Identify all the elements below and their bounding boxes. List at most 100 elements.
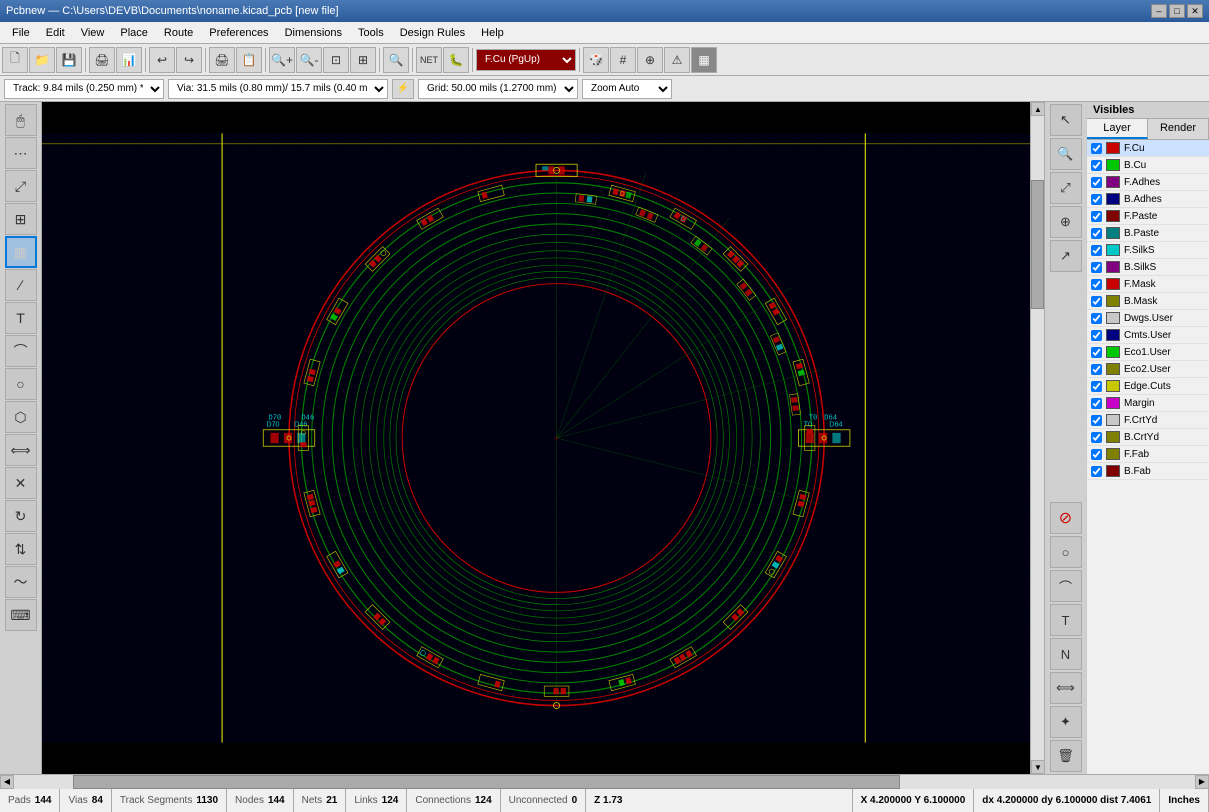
north-icon[interactable]: N: [1050, 638, 1082, 670]
save-button[interactable]: 💾: [56, 47, 82, 73]
add-poly-tool[interactable]: ⬡: [5, 401, 37, 433]
layer-checkbox-f-cu[interactable]: [1091, 143, 1102, 154]
layer-item-b-mask[interactable]: B.Mask: [1087, 293, 1209, 310]
scroll-thumb[interactable]: [1031, 180, 1044, 309]
scroll-up-button[interactable]: ▲: [1031, 102, 1045, 116]
arc-icon[interactable]: ⌒: [1050, 570, 1082, 602]
measure-icon[interactable]: ⟺: [1050, 672, 1082, 704]
find-button[interactable]: 🔍: [383, 47, 409, 73]
layer-checkbox-b-crtyd[interactable]: [1091, 432, 1102, 443]
measure-tool[interactable]: ⟺: [5, 434, 37, 466]
open-button[interactable]: 📁: [29, 47, 55, 73]
new-button[interactable]: 🗋: [2, 47, 28, 73]
track-selector[interactable]: Track: 9.84 mils (0.250 mm) *: [4, 79, 164, 99]
layer-checkbox-b-mask[interactable]: [1091, 296, 1102, 307]
route-tool[interactable]: ⤢: [1050, 172, 1082, 204]
layer-item-b-cu[interactable]: B.Cu: [1087, 157, 1209, 174]
layer-item-b-adhes[interactable]: B.Adhes: [1087, 191, 1209, 208]
drc-button[interactable]: 🐛: [443, 47, 469, 73]
redo-button[interactable]: ↪: [176, 47, 202, 73]
minimize-button[interactable]: –: [1151, 4, 1167, 18]
layer-item-f-crtyd[interactable]: F.CrtYd: [1087, 412, 1209, 429]
layer-item-cmts-user[interactable]: Cmts.User: [1087, 327, 1209, 344]
netlist-button[interactable]: NET: [416, 47, 442, 73]
add-circle-tool[interactable]: ○: [5, 368, 37, 400]
menu-item-route[interactable]: Route: [156, 25, 201, 41]
print2-button[interactable]: 🖨: [209, 47, 235, 73]
layer-checkbox-f-crtyd[interactable]: [1091, 415, 1102, 426]
layer-item-eco1-user[interactable]: Eco1.User: [1087, 344, 1209, 361]
layer-checkbox-eco2-user[interactable]: [1091, 364, 1102, 375]
route-track-tool[interactable]: ⤢: [5, 170, 37, 202]
push-tool[interactable]: ⊕: [1050, 206, 1082, 238]
pointer-tool[interactable]: ↖: [1050, 104, 1082, 136]
layer-item-edge-cuts[interactable]: Edge.Cuts: [1087, 378, 1209, 395]
layer-item-f-cu[interactable]: F.Cu: [1087, 140, 1209, 157]
menu-item-design rules[interactable]: Design Rules: [392, 25, 473, 41]
layer-checkbox-margin[interactable]: [1091, 398, 1102, 409]
plot-button[interactable]: 📊: [116, 47, 142, 73]
active-tool[interactable]: ▦: [5, 236, 37, 268]
layer-checkbox-f-mask[interactable]: [1091, 279, 1102, 290]
layer-checkbox-cmts-user[interactable]: [1091, 330, 1102, 341]
flip-tool[interactable]: ⇅: [5, 533, 37, 565]
layer-item-b-crtyd[interactable]: B.CrtYd: [1087, 429, 1209, 446]
menu-item-file[interactable]: File: [4, 25, 38, 41]
display-button[interactable]: ▦: [691, 47, 717, 73]
grid-selector[interactable]: Grid: 50.00 mils (1.2700 mm): [418, 79, 578, 99]
search-tool[interactable]: 🔍: [1050, 138, 1082, 170]
scroll-left-button[interactable]: ◀: [0, 775, 14, 789]
vertical-scrollbar[interactable]: ▲ ▼: [1030, 102, 1044, 774]
zoom-area-button[interactable]: ⊞: [350, 47, 376, 73]
drc2-button[interactable]: ⚡: [392, 79, 414, 99]
scroll-right-button[interactable]: ▶: [1195, 775, 1209, 789]
pcb-canvas[interactable]: D70 D46 T0 D64 // This will be handled v…: [42, 102, 1030, 774]
hscroll-track[interactable]: [14, 775, 1195, 789]
warn-button[interactable]: ⚠: [664, 47, 690, 73]
add-arc-tool[interactable]: ⌒: [5, 335, 37, 367]
layer-checkbox-eco1-user[interactable]: [1091, 347, 1102, 358]
menu-item-dimensions[interactable]: Dimensions: [277, 25, 350, 41]
select-tool[interactable]: 🖱: [5, 104, 37, 136]
add-line-tool[interactable]: ∕: [5, 269, 37, 301]
gerber-button[interactable]: 📋: [236, 47, 262, 73]
layer-selector[interactable]: F.Cu (PgUp): [476, 49, 576, 71]
menu-item-view[interactable]: View: [73, 25, 113, 41]
via-selector[interactable]: Via: 31.5 mils (0.80 mm)/ 15.7 mils (0.4…: [168, 79, 388, 99]
layer-item-eco2-user[interactable]: Eco2.User: [1087, 361, 1209, 378]
layer-checkbox-edge-cuts[interactable]: [1091, 381, 1102, 392]
3d-button[interactable]: 🎲: [583, 47, 609, 73]
scroll-down-button[interactable]: ▼: [1031, 760, 1045, 774]
layer-checkbox-f-silks[interactable]: [1091, 245, 1102, 256]
exit-tool[interactable]: ↗: [1050, 240, 1082, 272]
layer-checkbox-f-fab[interactable]: [1091, 449, 1102, 460]
layer-item-f-adhes[interactable]: F.Adhes: [1087, 174, 1209, 191]
microwave-tool[interactable]: 〜: [5, 566, 37, 598]
undo-button[interactable]: ↩: [149, 47, 175, 73]
maximize-button[interactable]: □: [1169, 4, 1185, 18]
layer-item-b-silks[interactable]: B.SilkS: [1087, 259, 1209, 276]
local-ratsnest-tool[interactable]: ⋯: [5, 137, 37, 169]
menu-item-preferences[interactable]: Preferences: [201, 25, 276, 41]
layer-item-f-mask[interactable]: F.Mask: [1087, 276, 1209, 293]
layers-list[interactable]: F.CuB.CuF.AdhesB.AdhesF.PasteB.PasteF.Si…: [1087, 140, 1209, 774]
layer-item-f-silks[interactable]: F.SilkS: [1087, 242, 1209, 259]
layer-item-f-fab[interactable]: F.Fab: [1087, 446, 1209, 463]
layer-checkbox-f-paste[interactable]: [1091, 211, 1102, 222]
layer-checkbox-dwgs-user[interactable]: [1091, 313, 1102, 324]
menu-item-place[interactable]: Place: [112, 25, 156, 41]
layer-checkbox-b-paste[interactable]: [1091, 228, 1102, 239]
circle-icon[interactable]: ○: [1050, 536, 1082, 568]
drc-icon[interactable]: ⊘: [1050, 502, 1082, 534]
close-button[interactable]: ✕: [1187, 4, 1203, 18]
zoom-selector[interactable]: Zoom Auto: [582, 79, 672, 99]
layer-item-b-fab[interactable]: B.Fab: [1087, 463, 1209, 480]
menu-item-help[interactable]: Help: [473, 25, 512, 41]
text-icon[interactable]: T: [1050, 604, 1082, 636]
grid-button[interactable]: #: [610, 47, 636, 73]
rotate-tool[interactable]: ↻: [5, 500, 37, 532]
tab-render[interactable]: Render: [1148, 119, 1209, 139]
compass-icon[interactable]: ✦: [1050, 706, 1082, 738]
hscroll-thumb[interactable]: [73, 775, 900, 789]
origin-button[interactable]: ⊕: [637, 47, 663, 73]
